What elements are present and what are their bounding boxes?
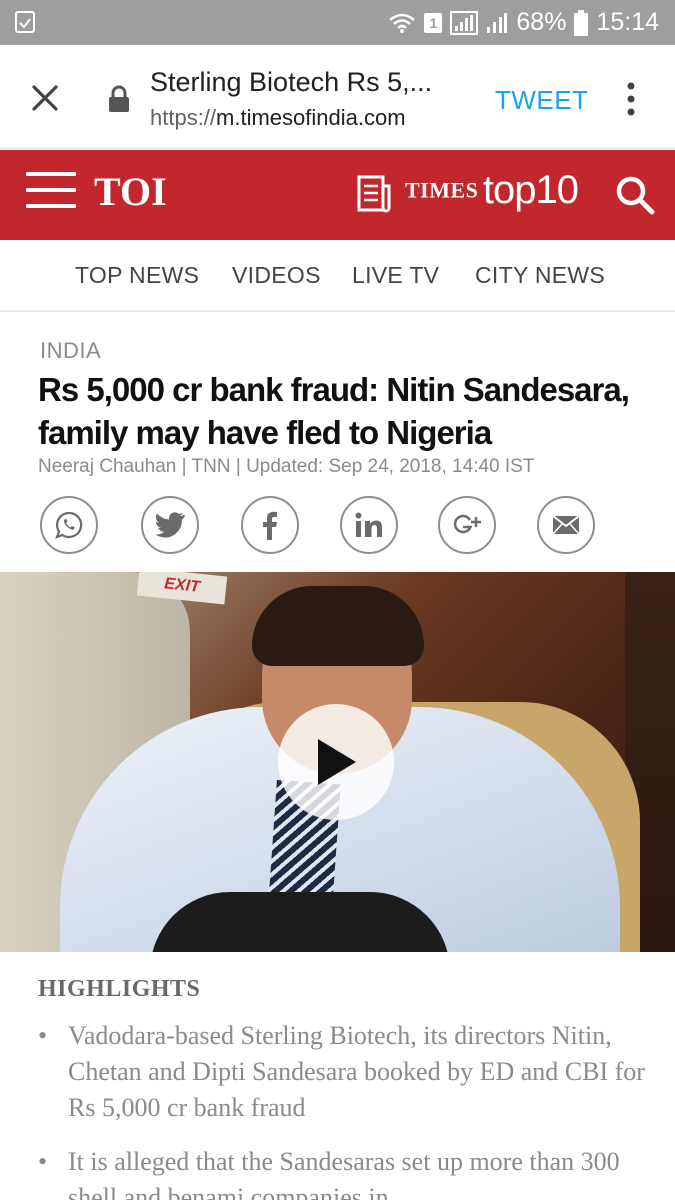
url-scheme: https:// <box>150 105 217 130</box>
hamburger-menu-icon[interactable] <box>26 172 76 210</box>
tweet-button[interactable]: TWEET <box>495 85 589 116</box>
play-icon <box>318 739 356 785</box>
site-header: TOI TIMES top10 <box>0 150 675 240</box>
article-headline: Rs 5,000 cr bank fraud: Nitin Sandesara,… <box>38 371 630 451</box>
close-icon[interactable] <box>28 81 62 115</box>
section-label[interactable]: INDIA <box>40 338 101 364</box>
highlight-text: Vadodara-based Sterling Biotech, its dir… <box>68 1021 645 1122</box>
battery-percent: 68% <box>516 8 567 36</box>
wifi-icon <box>389 13 416 33</box>
status-indicators: 1 68% 15:14 <box>388 0 659 45</box>
top10-label: top10 <box>482 168 579 212</box>
bullet: • <box>38 1021 48 1050</box>
article-byline: Neeraj Chauhan | TNN | Updated: Sep 24, … <box>38 456 535 477</box>
lock-icon <box>109 85 129 112</box>
highlight-text: It is alleged that the Sandesaras set up… <box>68 1147 620 1200</box>
twitter-icon[interactable] <box>141 496 199 554</box>
video-person-lap <box>150 892 450 952</box>
times-top10-link[interactable]: TIMES top10 <box>405 168 579 213</box>
times-label: TIMES <box>405 177 479 203</box>
tab-live-tv[interactable]: LIVE TV <box>352 262 439 289</box>
newspaper-icon[interactable] <box>356 174 392 214</box>
tab-top-news[interactable]: TOP NEWS <box>75 262 199 289</box>
page-title: Sterling Biotech Rs 5,... <box>150 67 433 97</box>
facebook-icon[interactable] <box>241 496 299 554</box>
sim-indicator: 1 <box>424 12 443 33</box>
search-icon[interactable] <box>614 174 656 216</box>
whatsapp-icon[interactable] <box>40 496 98 554</box>
article-video[interactable]: EXIT <box>0 572 675 952</box>
clipboard-check-icon <box>15 11 35 33</box>
linkedin-icon[interactable] <box>340 496 398 554</box>
signal-secondary-icon <box>487 12 508 33</box>
email-icon[interactable] <box>537 496 595 554</box>
bullet: • <box>38 1147 48 1176</box>
toi-logo[interactable]: TOI <box>94 168 167 215</box>
battery-icon <box>574 9 589 36</box>
nav-tabs: TOP NEWS VIDEOS LIVE TV CITY NEWS <box>0 240 675 312</box>
tab-videos[interactable]: VIDEOS <box>232 262 321 289</box>
video-person-hair <box>252 586 424 666</box>
highlight-item: • It is alleged that the Sandesaras set … <box>38 1144 648 1200</box>
clock: 15:14 <box>596 8 659 36</box>
page-url: https://m.timesofindia.com <box>150 105 406 131</box>
url-host: m.timesofindia.com <box>216 105 406 130</box>
google-plus-icon[interactable] <box>438 496 496 554</box>
highlights-title: HIGHLIGHTS <box>38 976 201 1002</box>
more-options-icon[interactable] <box>624 81 638 117</box>
share-row <box>40 496 600 554</box>
signal-icon <box>450 10 479 35</box>
highlight-item: • Vadodara-based Sterling Biotech, its d… <box>38 1018 648 1126</box>
tab-city-news[interactable]: CITY NEWS <box>475 262 605 289</box>
play-button[interactable] <box>278 704 394 820</box>
browser-bar: Sterling Biotech Rs 5,... https://m.time… <box>0 45 675 149</box>
status-bar: 1 68% 15:14 <box>0 0 675 45</box>
